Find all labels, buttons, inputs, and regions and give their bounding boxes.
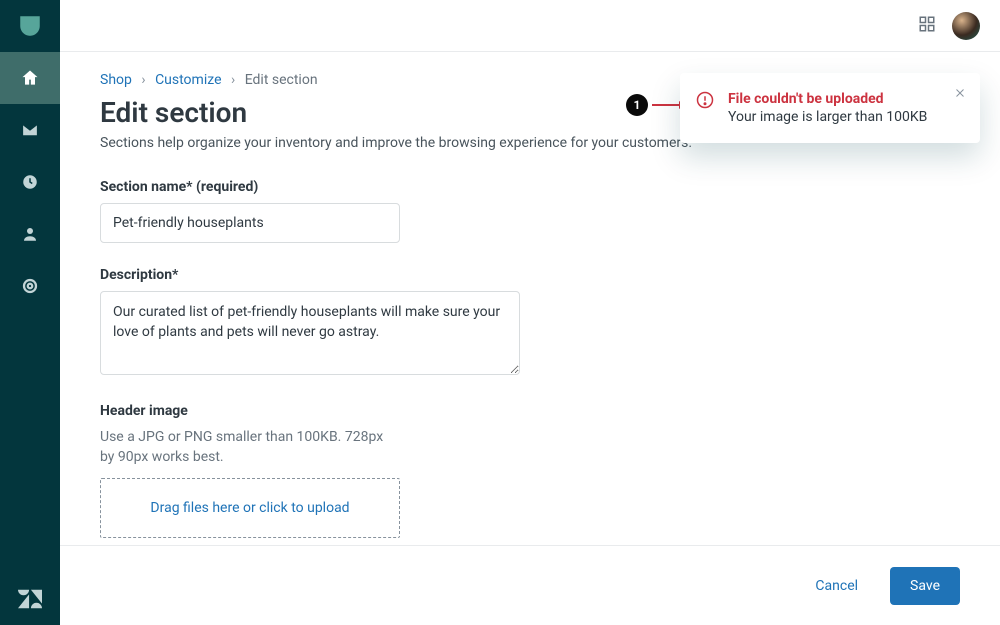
- home-icon: [20, 68, 40, 88]
- callout-badge: 1: [626, 94, 648, 116]
- footer: Cancel Save: [60, 545, 1000, 625]
- toast-title: File couldn't be uploaded: [728, 91, 940, 107]
- dropzone-text: Drag files here or click to upload: [150, 500, 349, 516]
- field-header-image: Header image Use a JPG or PNG smaller th…: [100, 403, 960, 538]
- app-logo: [0, 0, 60, 52]
- sidebar-item-mail[interactable]: [0, 104, 60, 156]
- upload-dropzone[interactable]: Drag files here or click to upload: [100, 478, 400, 538]
- breadcrumb-customize[interactable]: Customize: [155, 72, 221, 88]
- clock-icon: [21, 173, 39, 191]
- sidebar: [0, 0, 60, 625]
- sidebar-item-time[interactable]: [0, 156, 60, 208]
- section-name-label: Section name* (required): [100, 179, 960, 195]
- sidebar-item-user[interactable]: [0, 208, 60, 260]
- mail-icon: [20, 120, 40, 140]
- user-icon: [21, 225, 39, 243]
- breadcrumb-shop[interactable]: Shop: [100, 72, 132, 88]
- description-label: Description*: [100, 267, 960, 283]
- alert-circle-icon: [696, 91, 714, 113]
- chevron-right-icon: ›: [141, 72, 145, 88]
- field-section-name: Section name* (required): [100, 179, 960, 243]
- toast-close-button[interactable]: [950, 83, 970, 103]
- chevron-right-icon: ›: [231, 72, 235, 88]
- cancel-button[interactable]: Cancel: [807, 568, 866, 604]
- section-name-input[interactable]: [100, 203, 400, 243]
- field-description: Description*: [100, 267, 960, 379]
- topbar: [60, 0, 1000, 52]
- header-image-label: Header image: [100, 403, 960, 419]
- apps-grid-icon[interactable]: [918, 15, 936, 37]
- error-toast: File couldn't be uploaded Your image is …: [680, 73, 980, 143]
- header-image-help: Use a JPG or PNG smaller than 100KB. 728…: [100, 427, 400, 468]
- close-icon: [954, 87, 966, 99]
- lifebuoy-icon: [21, 277, 39, 295]
- zendesk-logo: [0, 573, 60, 625]
- user-avatar[interactable]: [952, 12, 980, 40]
- description-textarea[interactable]: [100, 291, 520, 375]
- breadcrumb-current: Edit section: [245, 72, 318, 88]
- toast-body: Your image is larger than 100KB: [728, 109, 940, 125]
- sidebar-item-home[interactable]: [0, 52, 60, 104]
- save-button[interactable]: Save: [890, 567, 960, 605]
- sidebar-item-help[interactable]: [0, 260, 60, 312]
